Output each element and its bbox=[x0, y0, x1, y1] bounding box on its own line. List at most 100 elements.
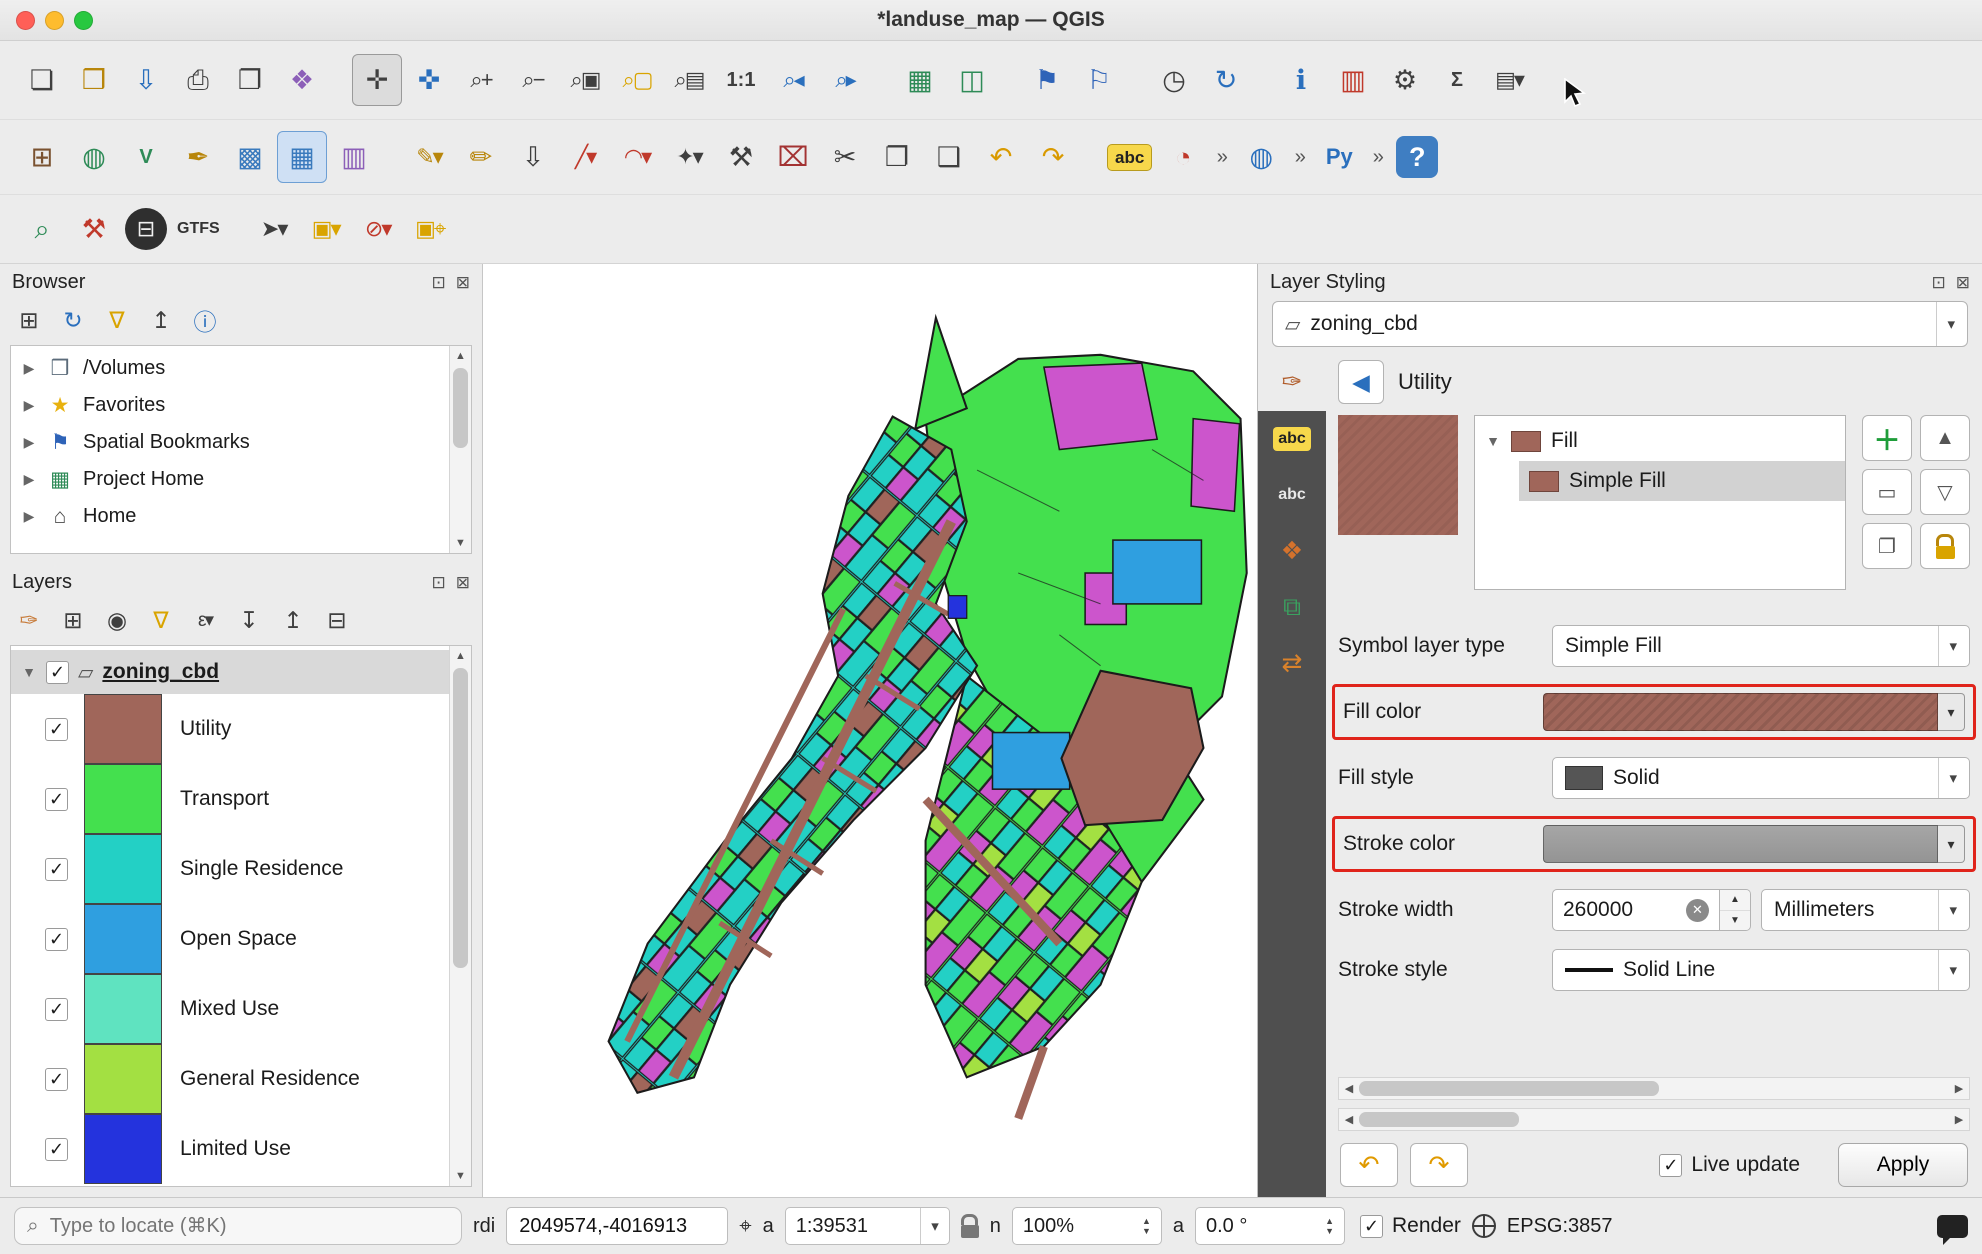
browser-tree-item[interactable]: ▶ ▦ Project Home bbox=[11, 461, 449, 498]
spin-down-icon[interactable]: ▼ bbox=[1325, 1226, 1334, 1236]
pan-to-selection-button[interactable]: ✜ bbox=[404, 54, 454, 106]
back-button[interactable]: ◀ bbox=[1338, 360, 1384, 404]
minimize-window-button[interactable] bbox=[45, 11, 64, 30]
expander-icon[interactable]: ▼ bbox=[1485, 433, 1501, 449]
spin-down-icon[interactable]: ▼ bbox=[1720, 911, 1750, 931]
expand-all-button[interactable]: ↧ bbox=[230, 601, 268, 639]
select-features-rect-button[interactable]: ➤▾ bbox=[249, 203, 299, 255]
new-map-view-button[interactable]: ▦ bbox=[895, 54, 945, 106]
modify-attributes-button[interactable]: ⚒ bbox=[716, 131, 766, 183]
remove-layer-button[interactable]: ⊟ bbox=[318, 601, 356, 639]
layer-labeling-button[interactable]: abc bbox=[1103, 131, 1156, 183]
spin-up-icon[interactable]: ▲ bbox=[1720, 890, 1750, 911]
temporal-controller-button[interactable]: ◷ bbox=[1149, 54, 1199, 106]
cut-features-button[interactable]: ✂ bbox=[820, 131, 870, 183]
tab-symbology[interactable]: ✑ bbox=[1258, 353, 1326, 411]
browser-tree-item[interactable]: ▶ ❒ /Volumes bbox=[11, 350, 449, 387]
tab-diagrams[interactable]: ⧉ bbox=[1258, 579, 1326, 635]
scroll-right-icon[interactable]: ▶ bbox=[1949, 1082, 1969, 1095]
options-gear-button[interactable]: ⚙ bbox=[1380, 54, 1430, 106]
save-layer-edits-button[interactable]: ⇩ bbox=[508, 131, 558, 183]
symbol-layer-type-dropdown[interactable]: Simple Fill ▾ bbox=[1552, 625, 1970, 667]
identify-features-button[interactable]: ℹ bbox=[1276, 54, 1326, 106]
zoom-native-button[interactable]: 1:1 bbox=[716, 54, 766, 106]
stroke-color-button[interactable]: ▾ bbox=[1543, 825, 1965, 863]
remove-symbol-layer-button[interactable]: ▭ bbox=[1862, 469, 1912, 515]
live-update-control[interactable]: ✓ Live update bbox=[1659, 1153, 1800, 1177]
python-console-button[interactable]: Py bbox=[1314, 131, 1364, 183]
digitize-shape-button[interactable]: ◠▾ bbox=[612, 131, 662, 183]
new-spatial-bookmark-button[interactable]: ⚑ bbox=[1022, 54, 1072, 106]
expander-icon[interactable]: ▼ bbox=[21, 664, 37, 680]
new-project-button[interactable]: ❏ bbox=[17, 54, 67, 106]
data-source-manager-button[interactable]: ⊞ bbox=[17, 131, 67, 183]
stroke-width-units-dropdown[interactable]: Millimeters ▾ bbox=[1761, 889, 1970, 931]
zoom-next-button[interactable]: ⌕▸ bbox=[820, 54, 870, 106]
close-window-button[interactable] bbox=[16, 11, 35, 30]
layers-scrollbar[interactable]: ▲ ▼ bbox=[449, 646, 471, 1186]
dropdown-caret-icon[interactable]: ▾ bbox=[1938, 693, 1965, 731]
mouse-position-icon[interactable]: ⌖ bbox=[739, 1213, 751, 1239]
current-edits-button[interactable]: ✎▾ bbox=[404, 131, 454, 183]
zoom-out-button[interactable]: ⌕− bbox=[508, 54, 558, 106]
close-panel-icon[interactable]: ⊠ bbox=[456, 573, 470, 593]
show-layout-manager-button[interactable]: ❐ bbox=[225, 54, 275, 106]
layer-visibility-checkbox[interactable]: ✓ bbox=[45, 998, 68, 1021]
move-symbol-up-button[interactable]: ▲ bbox=[1920, 415, 1970, 461]
browser-tree-item[interactable]: ▶ ⌂ Home bbox=[11, 498, 449, 535]
styling-horizontal-scrollbar-1[interactable]: ◀ ▶ bbox=[1338, 1077, 1970, 1100]
layer-color-swatch[interactable] bbox=[84, 834, 162, 904]
scroll-right-icon[interactable]: ▶ bbox=[1949, 1113, 1969, 1126]
styling-layer-selector[interactable]: ▱ zoning_cbd ▾ bbox=[1272, 301, 1968, 347]
layer-class-row[interactable]: ✓ Transport bbox=[11, 764, 449, 834]
add-raster-layer-button[interactable]: ▦ bbox=[277, 131, 327, 183]
locator-search[interactable]: ⌕ bbox=[14, 1207, 462, 1245]
layer-visibility-checkbox[interactable]: ✓ bbox=[45, 718, 68, 741]
collapse-all-button[interactable]: ↥ bbox=[274, 601, 312, 639]
zoom-to-layer-button[interactable]: ⌕▤ bbox=[664, 54, 714, 106]
layer-group-row[interactable]: ▼ ✓ ▱ zoning_cbd bbox=[11, 650, 449, 694]
expander-icon[interactable]: ▶ bbox=[21, 360, 37, 377]
layer-visibility-checkbox[interactable]: ✓ bbox=[45, 788, 68, 811]
float-panel-icon[interactable]: ⊡ bbox=[432, 273, 446, 293]
add-symbol-layer-button[interactable]: ＋ bbox=[1862, 415, 1912, 461]
open-project-button[interactable]: ❒ bbox=[69, 54, 119, 106]
coordinate-input[interactable] bbox=[517, 1214, 717, 1239]
zoom-last-button[interactable]: ⌕◂ bbox=[768, 54, 818, 106]
zoom-to-selection-button[interactable]: ⌕▢ bbox=[612, 54, 662, 106]
stroke-width-spinbox[interactable]: 260000 ✕ ▲ ▼ bbox=[1552, 889, 1751, 931]
scrollbar-thumb[interactable] bbox=[453, 368, 468, 448]
map-tools-plugin-button[interactable]: ⚒ bbox=[69, 203, 119, 255]
fill-color-button[interactable]: ▾ bbox=[1543, 693, 1965, 731]
new-3d-map-view-button[interactable]: ◫ bbox=[947, 54, 997, 106]
attribute-table-button[interactable]: ▤▾ bbox=[1484, 54, 1534, 106]
lock-symbol-color-button[interactable] bbox=[1920, 523, 1970, 569]
osm-place-search-button[interactable]: ⌕ bbox=[17, 203, 67, 255]
layer-color-swatch[interactable] bbox=[84, 694, 162, 764]
toolbar-overflow-3[interactable]: » bbox=[1366, 131, 1390, 183]
layer-class-row[interactable]: ✓ Utility bbox=[11, 694, 449, 764]
style-undo-button[interactable]: ↶ bbox=[1340, 1143, 1398, 1187]
help-button[interactable]: ? bbox=[1392, 131, 1442, 183]
statistical-summary-button[interactable]: ▥ bbox=[1328, 54, 1378, 106]
layer-color-swatch[interactable] bbox=[84, 764, 162, 834]
scroll-up-icon[interactable]: ▲ bbox=[455, 648, 466, 664]
browser-add-layer-button[interactable]: ⊞ bbox=[10, 301, 48, 339]
fill-color-swatch[interactable] bbox=[1543, 693, 1938, 731]
symbol-tree-child-row[interactable]: Simple Fill bbox=[1519, 461, 1845, 501]
coordinate-box[interactable] bbox=[506, 1207, 728, 1245]
scroll-left-icon[interactable]: ◀ bbox=[1339, 1082, 1359, 1095]
add-mesh-layer-button[interactable]: ▩ bbox=[225, 131, 275, 183]
browser-filter-button[interactable]: ∇ bbox=[98, 301, 136, 339]
layer-group-checkbox[interactable]: ✓ bbox=[46, 661, 69, 684]
spin-up-icon[interactable]: ▲ bbox=[1142, 1216, 1151, 1226]
manage-map-themes-button[interactable]: ◉ bbox=[98, 601, 136, 639]
filter-legend-button[interactable]: ∇ bbox=[142, 601, 180, 639]
browser-refresh-button[interactable]: ↻ bbox=[54, 301, 92, 339]
add-vector-layer-button[interactable]: V bbox=[121, 131, 171, 183]
crs-status[interactable]: EPSG:3857 bbox=[1507, 1215, 1613, 1238]
select-by-value-button[interactable]: ▣⌖ bbox=[405, 203, 455, 255]
scroll-up-icon[interactable]: ▲ bbox=[455, 348, 466, 364]
filter-by-expression-button[interactable]: ε▾ bbox=[186, 601, 224, 639]
add-vector-tile-layer-button[interactable]: ▥ bbox=[329, 131, 379, 183]
